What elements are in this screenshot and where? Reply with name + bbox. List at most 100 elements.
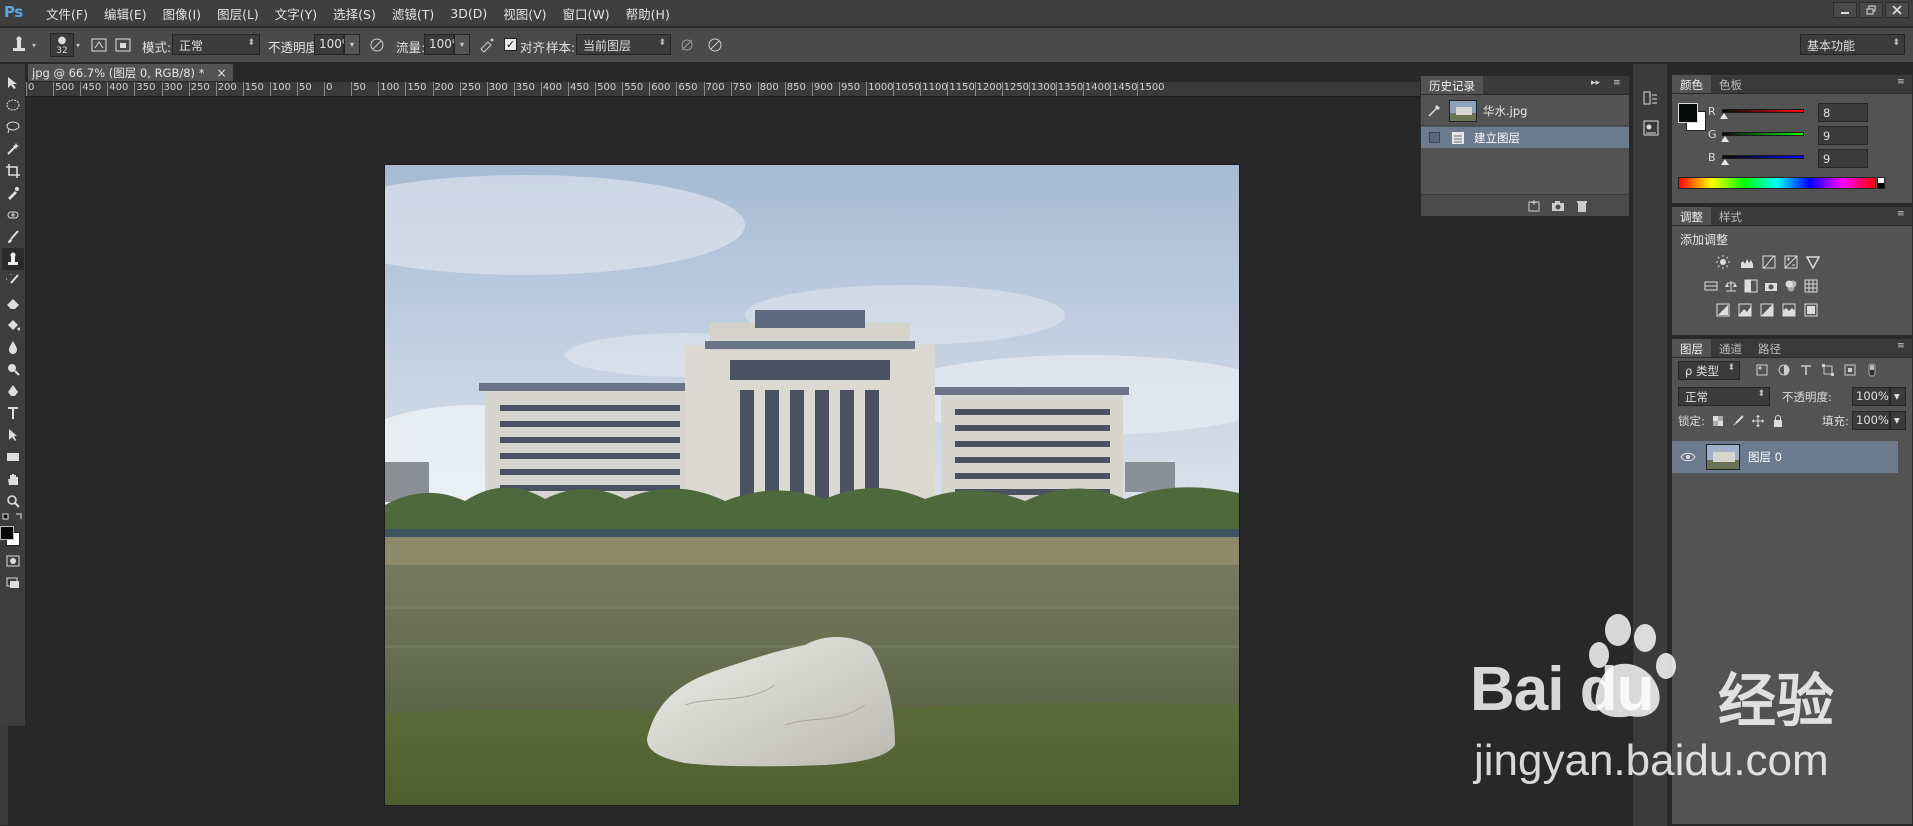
- tool-history-brush[interactable]: [2, 270, 24, 292]
- opacity-dropdown[interactable]: ▾: [344, 34, 360, 55]
- layer-opacity-input[interactable]: 100%: [1852, 387, 1890, 406]
- tab-channels[interactable]: 通道: [1711, 339, 1750, 357]
- tool-marquee[interactable]: [2, 94, 24, 116]
- screen-mode-toggle[interactable]: [2, 572, 24, 594]
- airbrush-toggle[interactable]: [476, 34, 498, 56]
- lock-all-button[interactable]: [1770, 413, 1786, 429]
- tab-adjustments[interactable]: 调整: [1672, 207, 1711, 225]
- tool-magic-wand[interactable]: [2, 138, 24, 160]
- tool-rectangle[interactable]: [2, 446, 24, 468]
- tool-move[interactable]: [2, 72, 24, 94]
- filter-shape-button[interactable]: [1820, 362, 1836, 378]
- tool-healing[interactable]: [2, 204, 24, 226]
- pressure-opacity-toggle[interactable]: [366, 34, 388, 56]
- filter-type-button[interactable]: [1798, 362, 1814, 378]
- tab-layers[interactable]: 图层: [1672, 339, 1711, 357]
- selective-color-button[interactable]: [1802, 301, 1820, 319]
- document-tab[interactable]: jpg @ 66.7% (图层 0, RGB/8) * ×: [28, 64, 234, 81]
- channel-mixer-button[interactable]: [1782, 277, 1800, 295]
- tool-brush[interactable]: [2, 226, 24, 248]
- document-image[interactable]: [385, 165, 1239, 805]
- new-document-from-state-icon[interactable]: [1527, 199, 1541, 213]
- tool-pen[interactable]: [2, 380, 24, 402]
- sample-select[interactable]: 当前图层 ⬍: [576, 34, 671, 55]
- trash-icon[interactable]: [1575, 199, 1589, 213]
- tool-zoom[interactable]: [2, 490, 24, 512]
- tool-hand[interactable]: [2, 468, 24, 490]
- opacity-input[interactable]: 100%: [314, 34, 353, 55]
- ignore-adjustment-layers-toggle[interactable]: [676, 34, 698, 56]
- filter-pixel-button[interactable]: [1754, 362, 1770, 378]
- color-swatches[interactable]: [0, 524, 22, 548]
- threshold-button[interactable]: [1758, 301, 1776, 319]
- menu-item-10[interactable]: 帮助(H): [618, 4, 678, 23]
- tool-clone-stamp[interactable]: [2, 248, 24, 270]
- tool-eraser[interactable]: [2, 292, 24, 314]
- vibrance-button[interactable]: [1804, 253, 1822, 271]
- history-brush-source-icon[interactable]: [1427, 103, 1443, 119]
- menu-item-7[interactable]: 3D(D): [442, 6, 495, 21]
- pressure-size-toggle[interactable]: [704, 34, 726, 56]
- filter-toggle-switch[interactable]: [1864, 362, 1880, 378]
- curves-button[interactable]: [1760, 253, 1778, 271]
- red-slider-thumb[interactable]: [1720, 113, 1729, 119]
- flow-dropdown[interactable]: ▾: [454, 34, 470, 55]
- menu-item-4[interactable]: 文字(Y): [267, 4, 325, 23]
- filter-adjustment-button[interactable]: [1776, 362, 1792, 378]
- tool-preset-caret[interactable]: ▾: [32, 41, 36, 50]
- color-panel-menu-button[interactable]: ≡: [1897, 77, 1905, 87]
- levels-button[interactable]: [1738, 253, 1756, 271]
- blend-mode-select[interactable]: 正常 ⬍: [1678, 387, 1770, 406]
- restore-button[interactable]: [1859, 2, 1883, 18]
- close-document-button[interactable]: ×: [216, 66, 226, 80]
- menu-item-9[interactable]: 窗口(W): [555, 4, 618, 23]
- black-white-button[interactable]: [1742, 277, 1760, 295]
- properties-panel-button[interactable]: [1639, 116, 1663, 140]
- quick-mask-toggle[interactable]: [2, 550, 24, 572]
- tool-crop[interactable]: [2, 160, 24, 182]
- posterize-button[interactable]: [1736, 301, 1754, 319]
- tool-paint-bucket[interactable]: [2, 314, 24, 336]
- blue-slider-thumb[interactable]: [1720, 159, 1729, 165]
- align-checkbox[interactable]: ✓: [504, 38, 517, 51]
- adjustments-panel-menu-button[interactable]: ≡: [1897, 209, 1905, 219]
- tool-eyedropper[interactable]: [2, 182, 24, 204]
- layer-row[interactable]: 图层 0: [1672, 441, 1898, 473]
- fg-bg-swatches[interactable]: [1678, 103, 1712, 137]
- layer-filter-select[interactable]: ρ 类型 ⬍: [1678, 361, 1740, 380]
- history-panel-button[interactable]: [1639, 86, 1663, 110]
- menu-item-2[interactable]: 图像(I): [155, 4, 209, 23]
- brush-picker-caret[interactable]: ▾: [76, 41, 80, 50]
- tool-path-selection[interactable]: [2, 424, 24, 446]
- photo-filter-button[interactable]: [1762, 277, 1780, 295]
- minimize-button[interactable]: [1833, 2, 1857, 18]
- fill-input[interactable]: 100%: [1852, 411, 1890, 430]
- layers-panel-menu-button[interactable]: ≡: [1897, 341, 1905, 351]
- tool-blur[interactable]: [2, 336, 24, 358]
- flow-input[interactable]: 100%: [424, 34, 463, 55]
- menu-item-8[interactable]: 视图(V): [495, 4, 554, 23]
- tab-swatches[interactable]: 色板: [1711, 75, 1750, 93]
- blue-slider-track[interactable]: [1722, 155, 1804, 159]
- red-slider-track[interactable]: [1722, 109, 1804, 113]
- menu-item-0[interactable]: 文件(F): [38, 4, 96, 23]
- history-panel-menu-button[interactable]: ≡: [1613, 78, 1621, 88]
- tab-history[interactable]: 历史记录: [1421, 76, 1483, 94]
- close-window-button[interactable]: [1885, 2, 1909, 18]
- invert-button[interactable]: [1714, 301, 1732, 319]
- tab-paths[interactable]: 路径: [1750, 339, 1789, 357]
- history-snapshot-row[interactable]: 华水.jpg: [1421, 96, 1629, 126]
- green-slider-track[interactable]: [1722, 132, 1804, 136]
- eye-icon[interactable]: [1680, 451, 1696, 463]
- camera-snapshot-icon[interactable]: [1551, 199, 1565, 213]
- tool-lasso[interactable]: [2, 116, 24, 138]
- exposure-button[interactable]: [1782, 253, 1800, 271]
- brush-size-picker[interactable]: ● 32: [50, 33, 74, 57]
- green-value-input[interactable]: 9: [1818, 126, 1868, 145]
- color-balance-button[interactable]: [1722, 277, 1740, 295]
- lock-position-button[interactable]: [1750, 413, 1766, 429]
- collapse-panel-button[interactable]: ▸▸: [1591, 78, 1600, 88]
- blue-value-input[interactable]: 9: [1818, 149, 1868, 168]
- foreground-swatch[interactable]: [1678, 103, 1698, 123]
- hue-saturation-button[interactable]: [1702, 277, 1720, 295]
